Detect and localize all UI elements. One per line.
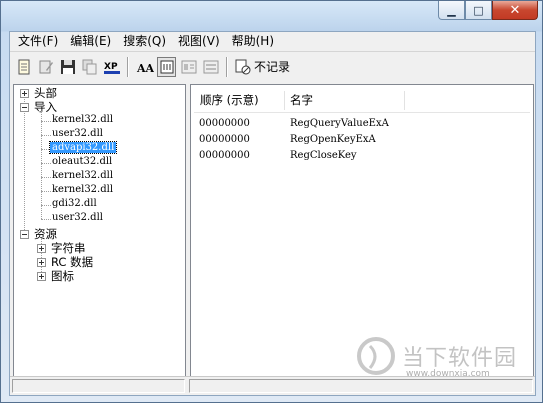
tree-node-import[interactable]: 导入 [34,99,57,115]
tree-dll-item[interactable]: gdi32.dll [50,198,99,209]
xp-style-button[interactable]: XP [102,57,121,77]
maximize-button[interactable]: □ [465,1,492,20]
tree-dll-item[interactable]: kernel32.dll [50,170,115,181]
tree-dll-item[interactable]: user32.dll [50,212,105,223]
open-file-button[interactable] [14,57,33,77]
menu-help[interactable]: 帮助(H) [226,32,280,51]
tree-dll-item[interactable]: oleaut32.dll [50,156,114,167]
collapse-import-icon[interactable] [20,103,29,112]
ordinal-cell: 00000000 [199,118,250,129]
watermark-url: www.downxia.com [406,369,490,379]
function-list-view[interactable]: 顺序 (示意) 名字 00000000 RegQueryValueExA 000… [190,84,534,377]
svg-text:AA: AA [136,62,154,75]
ordinal-cell: 00000000 [199,134,250,145]
menu-file[interactable]: 文件(F) [12,32,64,51]
watermark-logo-icon [357,337,395,375]
function-name-cell: RegQueryValueExA [290,118,389,129]
watermark-text: 当下软件园 [402,346,518,371]
tree-dll-item[interactable]: user32.dll [50,128,105,139]
tree-dll-item-selected[interactable]: advapi32.dll [48,141,118,154]
pencil-doc-icon [39,60,53,73]
title-bar[interactable]: ▁ □ ✕ [1,1,542,31]
dialog-view-icon [203,60,218,73]
minimize-button[interactable]: ▁ [438,1,465,20]
column-divider[interactable] [404,91,405,110]
menu-edit[interactable]: 编辑(E) [64,32,117,51]
tree-dll-item[interactable]: kernel32.dll [50,184,115,195]
list-header: 顺序 (示意) 名字 [194,89,530,113]
ordinal-cell: 00000000 [199,150,250,161]
close-button[interactable]: ✕ [492,1,538,20]
column-divider[interactable] [284,91,285,110]
view-hex-button[interactable] [179,57,198,77]
expand-icons-icon[interactable] [37,272,46,281]
copy-pages-icon [82,59,96,74]
no-record-label: 不记录 [254,60,291,74]
tree-node-icons[interactable]: 图标 [51,268,74,284]
status-pane-left [12,379,185,393]
copy-button[interactable] [80,57,99,77]
tree-connector [24,92,25,234]
menu-view[interactable]: 视图(V) [172,32,226,51]
collapse-resources-icon[interactable] [20,230,29,239]
expand-strings-icon[interactable] [37,244,46,253]
function-name-cell: RegOpenKeyExA [290,134,376,145]
expand-header-icon[interactable] [20,89,29,98]
tree-connector [41,111,42,219]
hex-view-icon [181,60,196,73]
column-name-header[interactable]: 名字 [290,89,313,112]
edit-button[interactable] [36,57,55,77]
menu-bar: 文件(F) 编辑(E) 搜索(Q) 视图(V) 帮助(H) [10,32,535,52]
window-controls: ▁ □ ✕ [438,1,538,21]
function-name-cell: RegCloseKey [290,150,357,161]
font-icon: AA [136,62,154,75]
document-icon [18,59,29,74]
svg-text:XP: XP [104,62,118,72]
expand-rcdata-icon[interactable] [37,258,46,267]
toolbar: XP AA 不记录 [10,52,535,81]
column-ordinal-header[interactable]: 顺序 (示意) [200,89,259,112]
view-details-button[interactable] [157,56,176,77]
no-record-button[interactable]: 不记录 [234,58,294,76]
view-dialog-button[interactable] [201,57,220,77]
xp-logo-icon: XP [103,62,120,74]
floppy-disk-icon [60,59,75,74]
no-record-icon [235,59,251,74]
save-button[interactable] [58,57,77,77]
toolbar-separator-2 [226,56,228,77]
toolbar-separator [127,56,129,77]
tree-dll-item[interactable]: kernel32.dll [50,114,115,125]
font-button[interactable]: AA [135,57,154,77]
status-pane-right [189,379,533,393]
menu-search[interactable]: 搜索(Q) [117,32,172,51]
app-window: ▁ □ ✕ 文件(F) 编辑(E) 搜索(Q) 视图(V) 帮助(H) XP A… [0,0,543,403]
details-view-icon [160,60,173,73]
tree-view[interactable]: 头部 导入 kernel32.dll user32.dll advapi32.d… [13,84,186,377]
